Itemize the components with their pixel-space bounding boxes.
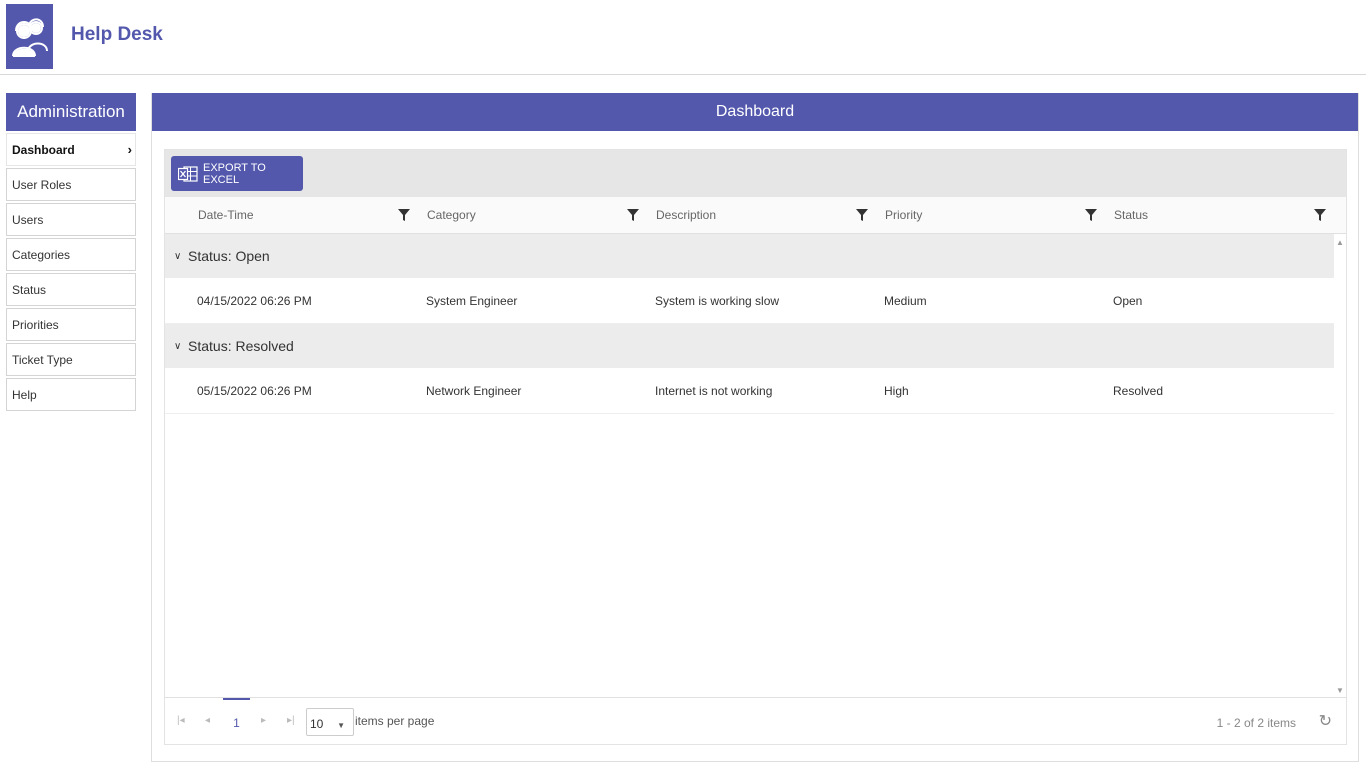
chevron-down-icon[interactable]: ∨ [174,341,188,352]
previous-page-icon[interactable]: ◂ [205,715,210,726]
chevron-down-icon: ▼ [337,721,345,730]
cell-priority: Medium [884,293,927,308]
next-page-icon[interactable]: ▸ [261,715,266,726]
sidebar-item-user-roles[interactable]: User Roles [6,168,136,201]
filter-icon[interactable] [856,209,868,221]
sidebar-item-label: Priorities [12,317,59,332]
cell-priority: High [884,383,909,398]
sidebar-item-ticket-type[interactable]: Ticket Type [6,343,136,376]
column-header-label: Status [1114,208,1149,222]
grid-toolbar: EXPORT TO EXCEL [165,150,1346,197]
cell-date-time: 04/15/2022 06:26 PM [197,293,312,308]
chevron-right-icon: › [127,142,132,157]
column-header-label: Description [656,208,717,222]
sidebar-item-status[interactable]: Status [6,273,136,306]
column-header-priority[interactable]: Priority [876,197,1105,233]
main-panel: Dashboard EXPORT TO EXCEL Date-Time Cate… [151,93,1359,762]
refresh-icon[interactable]: ↻ [1319,711,1332,731]
cell-status: Open [1113,293,1143,308]
chevron-down-icon[interactable]: ∨ [174,251,188,262]
sidebar-item-label: User Roles [12,177,72,192]
column-header-date-time[interactable]: Date-Time [189,197,418,233]
scroll-down-icon[interactable]: ▼ [1336,686,1344,695]
sidebar-item-users[interactable]: Users [6,203,136,236]
column-header-label: Date-Time [198,208,254,222]
sidebar-item-label: Users [12,212,44,227]
sidebar-item-priorities[interactable]: Priorities [6,308,136,341]
sidebar-item-categories[interactable]: Categories [6,238,136,271]
app-title: Help Desk [71,24,163,45]
last-page-icon[interactable]: ▸| [287,715,295,726]
column-header-row: Date-Time Category Description Priority … [165,197,1346,234]
cell-date-time: 05/15/2022 06:26 PM [197,383,312,398]
grid-body: ∨ Status: Open 04/15/2022 06:26 PM Syste… [165,234,1334,697]
sidebar-item-label: Ticket Type [12,352,73,367]
cell-description: Internet is not working [655,383,773,398]
sidebar-item-label: Dashboard [12,142,75,157]
column-header-category[interactable]: Category [418,197,647,233]
export-to-excel-button[interactable]: EXPORT TO EXCEL [171,156,303,191]
cell-description: System is working slow [655,293,780,308]
scroll-up-icon[interactable]: ▲ [1336,238,1344,247]
column-header-label: Priority [885,208,923,222]
table-row[interactable]: 05/15/2022 06:26 PM Network Engineer Int… [165,368,1334,414]
app-header: Help Desk [0,0,1366,75]
cell-category: Network Engineer [426,383,522,398]
sidebar: Administration Dashboard › User Roles Us… [6,93,136,411]
excel-icon [178,165,198,182]
filter-icon[interactable] [1085,209,1097,221]
sidebar-header: Administration [6,93,136,131]
export-label: EXPORT TO EXCEL [203,161,266,186]
first-page-icon[interactable]: |◂ [177,715,185,726]
column-header-label: Category [427,208,476,222]
page-size-label: items per page [355,714,435,728]
sidebar-item-label: Status [12,282,47,297]
group-label: Status: Open [188,248,270,264]
table-row[interactable]: 04/15/2022 06:26 PM System Engineer Syst… [165,278,1334,324]
vertical-scrollbar[interactable]: ▲ ▼ [1334,234,1346,697]
group-row-resolved[interactable]: ∨ Status: Resolved [165,324,1334,368]
filter-icon[interactable] [627,209,639,221]
page-size-value: 10 [310,717,324,731]
pager-info: 1 - 2 of 2 items [1216,716,1296,730]
support-agents-icon[interactable] [6,4,53,69]
group-label: Status: Resolved [188,338,294,354]
page-title: Dashboard [152,93,1358,131]
cell-status: Resolved [1113,383,1164,398]
column-header-status[interactable]: Status [1105,197,1334,233]
filter-icon[interactable] [398,209,410,221]
sidebar-item-help[interactable]: Help [6,378,136,411]
sidebar-item-label: Help [12,387,37,402]
filter-icon[interactable] [1314,209,1326,221]
page-number-button[interactable]: 1 [223,698,250,745]
column-header-description[interactable]: Description [647,197,876,233]
pager: |◂ ◂ 1 ▸ ▸| 10 ▼ items per page 1 - 2 of… [165,697,1346,744]
group-row-open[interactable]: ∨ Status: Open [165,234,1334,278]
page-size-select[interactable]: 10 ▼ [306,708,354,736]
tickets-grid: EXPORT TO EXCEL Date-Time Category Descr… [164,149,1347,745]
cell-category: System Engineer [426,293,518,308]
sidebar-item-label: Categories [12,247,71,262]
sidebar-item-dashboard[interactable]: Dashboard › [6,133,136,166]
